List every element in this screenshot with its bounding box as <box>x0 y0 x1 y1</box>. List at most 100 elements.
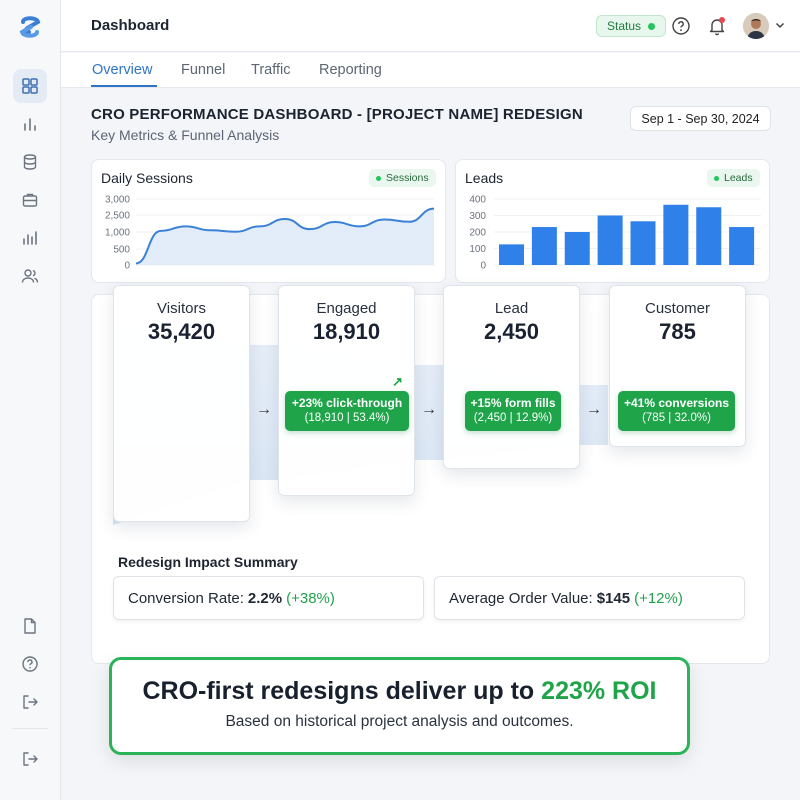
database-icon <box>23 154 37 170</box>
sidebar-item-data[interactable] <box>13 145 47 179</box>
users-icon <box>21 269 39 283</box>
conversion-badge: +41% conversions (785 | 32.0%) <box>618 391 735 431</box>
y-tick-label: 400 <box>469 195 486 206</box>
y-tick-label: 100 <box>469 244 486 255</box>
y-tick-label: 2,500 <box>105 211 130 222</box>
roi-headline: CRO-first redesigns deliver up to 223% R… <box>112 677 687 706</box>
metric-value: 2.2% <box>247 589 283 607</box>
impact-metric-conversion: Conversion Rate: 2.2% (+38%) <box>113 576 424 620</box>
conversion-label: +41% conversions <box>623 396 730 410</box>
sidebar-item-exit[interactable] <box>13 742 47 776</box>
help-button[interactable] <box>669 14 693 38</box>
y-tick-label: 0 <box>480 261 486 272</box>
conversion-detail: (785 | 32.0%) <box>642 412 711 424</box>
sidebar-item-docs[interactable] <box>13 609 47 643</box>
sidebar-item-help[interactable] <box>13 647 47 681</box>
avatar[interactable] <box>743 13 769 39</box>
sessions-area <box>136 208 434 265</box>
bar <box>729 227 755 265</box>
leads-chart-card: Leads Leads 0 100 200 300 400 <box>455 159 770 283</box>
chevron-down-icon[interactable] <box>775 20 785 30</box>
bar <box>630 221 656 265</box>
exit-icon <box>23 752 38 766</box>
sidebar-item-signout[interactable] <box>13 685 47 719</box>
bar <box>499 244 524 265</box>
roi-banner: CRO-first redesigns deliver up to 223% R… <box>109 657 690 755</box>
tab-traffic[interactable]: Traffic <box>251 62 290 78</box>
dashboard-title: CRO PERFORMANCE DASHBOARD - [PROJECT NAM… <box>91 106 583 123</box>
bar-chart-icon <box>24 118 36 131</box>
sidebar-item-reports[interactable] <box>13 107 47 141</box>
conversion-label: +23% click-through <box>291 396 403 410</box>
y-tick-label: 300 <box>469 211 486 222</box>
analytics-icon <box>23 231 37 245</box>
tab-reporting[interactable]: Reporting <box>319 62 382 78</box>
impact-summary-title: Redesign Impact Summary <box>118 554 298 570</box>
logout-icon <box>23 695 38 709</box>
tab-bar: Overview Funnel Traffic Reporting <box>61 53 800 88</box>
status-label: Status <box>607 19 642 33</box>
bar <box>531 227 557 265</box>
bar <box>597 215 623 265</box>
metric-label: Conversion Rate: <box>128 589 244 607</box>
briefcase-icon <box>22 193 38 207</box>
leads-chart: 0 100 200 300 400 <box>469 195 761 272</box>
metric-value: $145 <box>596 589 631 607</box>
stage-name: Engaged <box>316 300 377 317</box>
dashboard-subtitle: Key Metrics & Funnel Analysis <box>91 127 280 143</box>
stage-value: 18,910 <box>312 319 381 344</box>
impact-metric-aov: Average Order Value: $145 (+12%) <box>434 576 745 620</box>
sidebar-item-dashboard[interactable] <box>13 69 47 103</box>
stage-name: Lead <box>494 300 529 317</box>
y-tick-label: 0 <box>124 261 130 272</box>
page-title: Dashboard <box>91 17 170 34</box>
bar <box>564 232 590 265</box>
roi-headline-prefix: CRO-first redesigns deliver up to <box>142 677 535 705</box>
sidebar-item-projects[interactable] <box>13 183 47 217</box>
bar <box>696 207 722 265</box>
funnel-stage-visitors[interactable]: Visitors 35,420 <box>113 285 250 522</box>
status-badge[interactable]: Status <box>596 15 667 37</box>
conversion-detail: (2,450 | 12.9%) <box>473 412 553 424</box>
metric-delta: (+12%) <box>634 589 683 607</box>
bell-icon <box>709 17 725 36</box>
tab-funnel[interactable]: Funnel <box>181 62 225 78</box>
conversion-label: +15% form fills <box>470 396 556 410</box>
trend-up-icon: ↗ <box>392 374 403 389</box>
funnel-arrow-icon: → <box>586 401 602 418</box>
funnel-arrow-icon: → <box>256 401 272 418</box>
help-icon <box>672 17 690 35</box>
roi-headline-highlight: 223% ROI <box>541 677 657 705</box>
stage-name: Visitors <box>157 300 206 317</box>
funnel-arrow-icon: → <box>421 401 437 418</box>
status-dot-icon <box>648 22 656 30</box>
metric-delta: (+38%) <box>286 589 335 607</box>
document-icon <box>24 618 36 634</box>
date-range-picker[interactable]: Sep 1 - Sep 30, 2024 <box>630 106 771 131</box>
bar <box>663 204 689 265</box>
sidebar-item-users[interactable] <box>13 259 47 293</box>
sidebar-divider <box>12 728 48 729</box>
active-tab-indicator <box>91 85 157 87</box>
y-tick-label: 200 <box>469 228 486 239</box>
sidebar <box>0 0 61 800</box>
sessions-chart-card: Daily Sessions Sessions 0 500 1,000 2,500 3,… <box>91 159 446 283</box>
avatar-image <box>743 13 769 39</box>
conversion-badge: +23% click-through (18,910 | 53.4%) <box>285 391 409 431</box>
dashboard-icon <box>22 78 38 94</box>
notifications-button[interactable] <box>705 14 729 38</box>
y-tick-label: 3,000 <box>105 195 130 206</box>
y-tick-label: 500 <box>113 245 130 256</box>
stage-value: 785 <box>659 319 696 344</box>
funnel-stage-lead[interactable]: Lead 2,450 <box>443 285 580 469</box>
conversion-badge: +15% form fills (2,450 | 12.9%) <box>465 391 561 431</box>
stage-value: 2,450 <box>483 319 540 344</box>
stage-value: 35,420 <box>147 319 216 344</box>
sidebar-item-analytics[interactable] <box>13 221 47 255</box>
conversion-detail: (18,910 | 53.4%) <box>304 412 390 424</box>
app-logo-icon[interactable] <box>17 14 43 40</box>
help-icon <box>22 656 38 672</box>
roi-subtext: Based on historical project analysis and… <box>225 713 574 730</box>
sessions-chart: 0 500 1,000 2,500 3,000 <box>105 195 435 272</box>
tab-overview[interactable]: Overview <box>92 62 152 78</box>
